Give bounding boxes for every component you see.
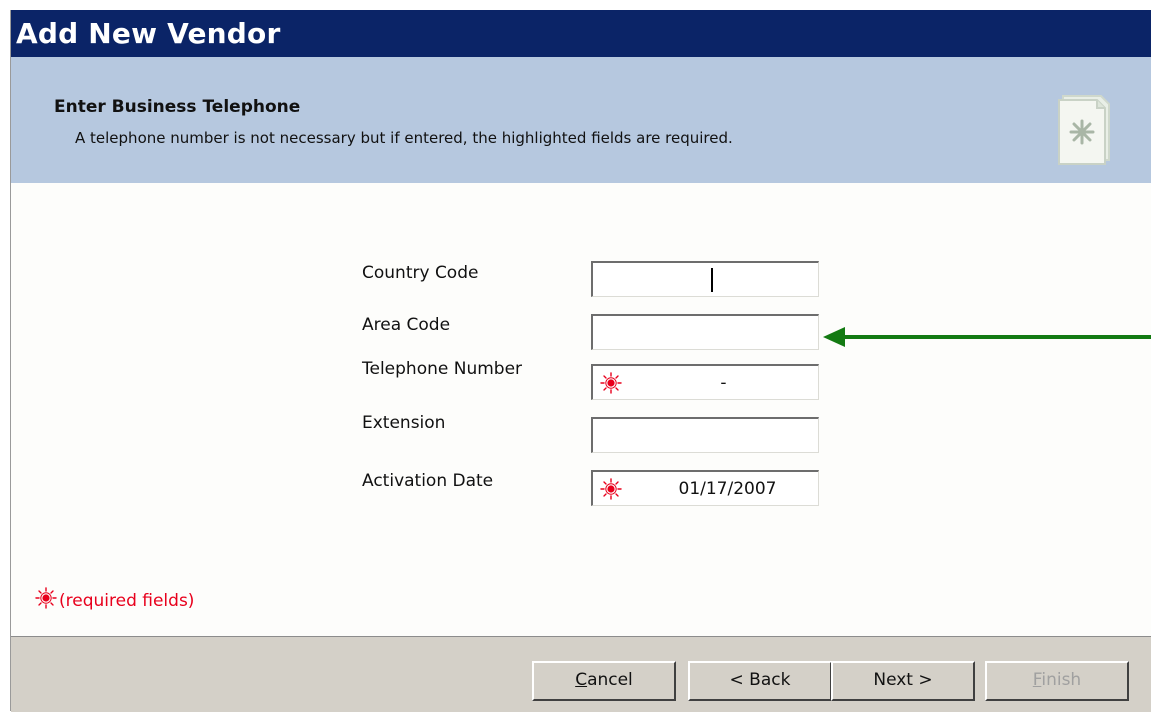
arrow-left-icon [823,327,1151,347]
telephone-number-value: - [720,373,727,393]
finish-button[interactable]: Finish [985,661,1129,701]
back-label: < Back [729,670,791,690]
step-description: A telephone number is not necessary but … [75,129,733,147]
extension-input[interactable] [591,417,819,453]
area-code-input[interactable] [591,314,819,350]
activation-date-input[interactable]: 01/17/2007 [591,470,819,506]
extension-label: Extension [362,413,446,433]
country-code-label: Country Code [362,263,479,283]
activation-date-value: 01/17/2007 [678,479,777,499]
window-title: Add New Vendor [11,10,1151,57]
finish-label: inish [1041,670,1082,690]
next-label: Next > [873,670,933,690]
cancel-mnemonic: C [575,670,588,690]
wizard-header: Enter Business Telephone A telephone num… [11,57,1151,183]
document-icon [1058,95,1110,165]
required-asterisk-icon [35,587,57,609]
cancel-button[interactable]: Cancel [532,661,676,701]
country-code-input[interactable] [591,261,819,297]
step-title: Enter Business Telephone [54,97,301,117]
required-fields-legend: (required fields) [35,587,194,611]
wizard-window: Add New Vendor Enter Business Telephone … [10,10,1151,712]
telephone-number-label: Telephone Number [362,359,523,379]
next-button[interactable]: Next > [831,661,975,701]
form-area [11,183,1151,636]
cancel-label: ancel [587,670,633,690]
back-button[interactable]: < Back [688,661,832,701]
text-cursor [711,268,713,292]
telephone-number-input[interactable]: - [591,364,819,400]
activation-date-label: Activation Date [362,471,494,491]
required-fields-text: (required fields) [59,591,195,611]
area-code-label: Area Code [362,315,451,335]
wizard-footer: Cancel < Back Next > Finish [11,636,1151,712]
